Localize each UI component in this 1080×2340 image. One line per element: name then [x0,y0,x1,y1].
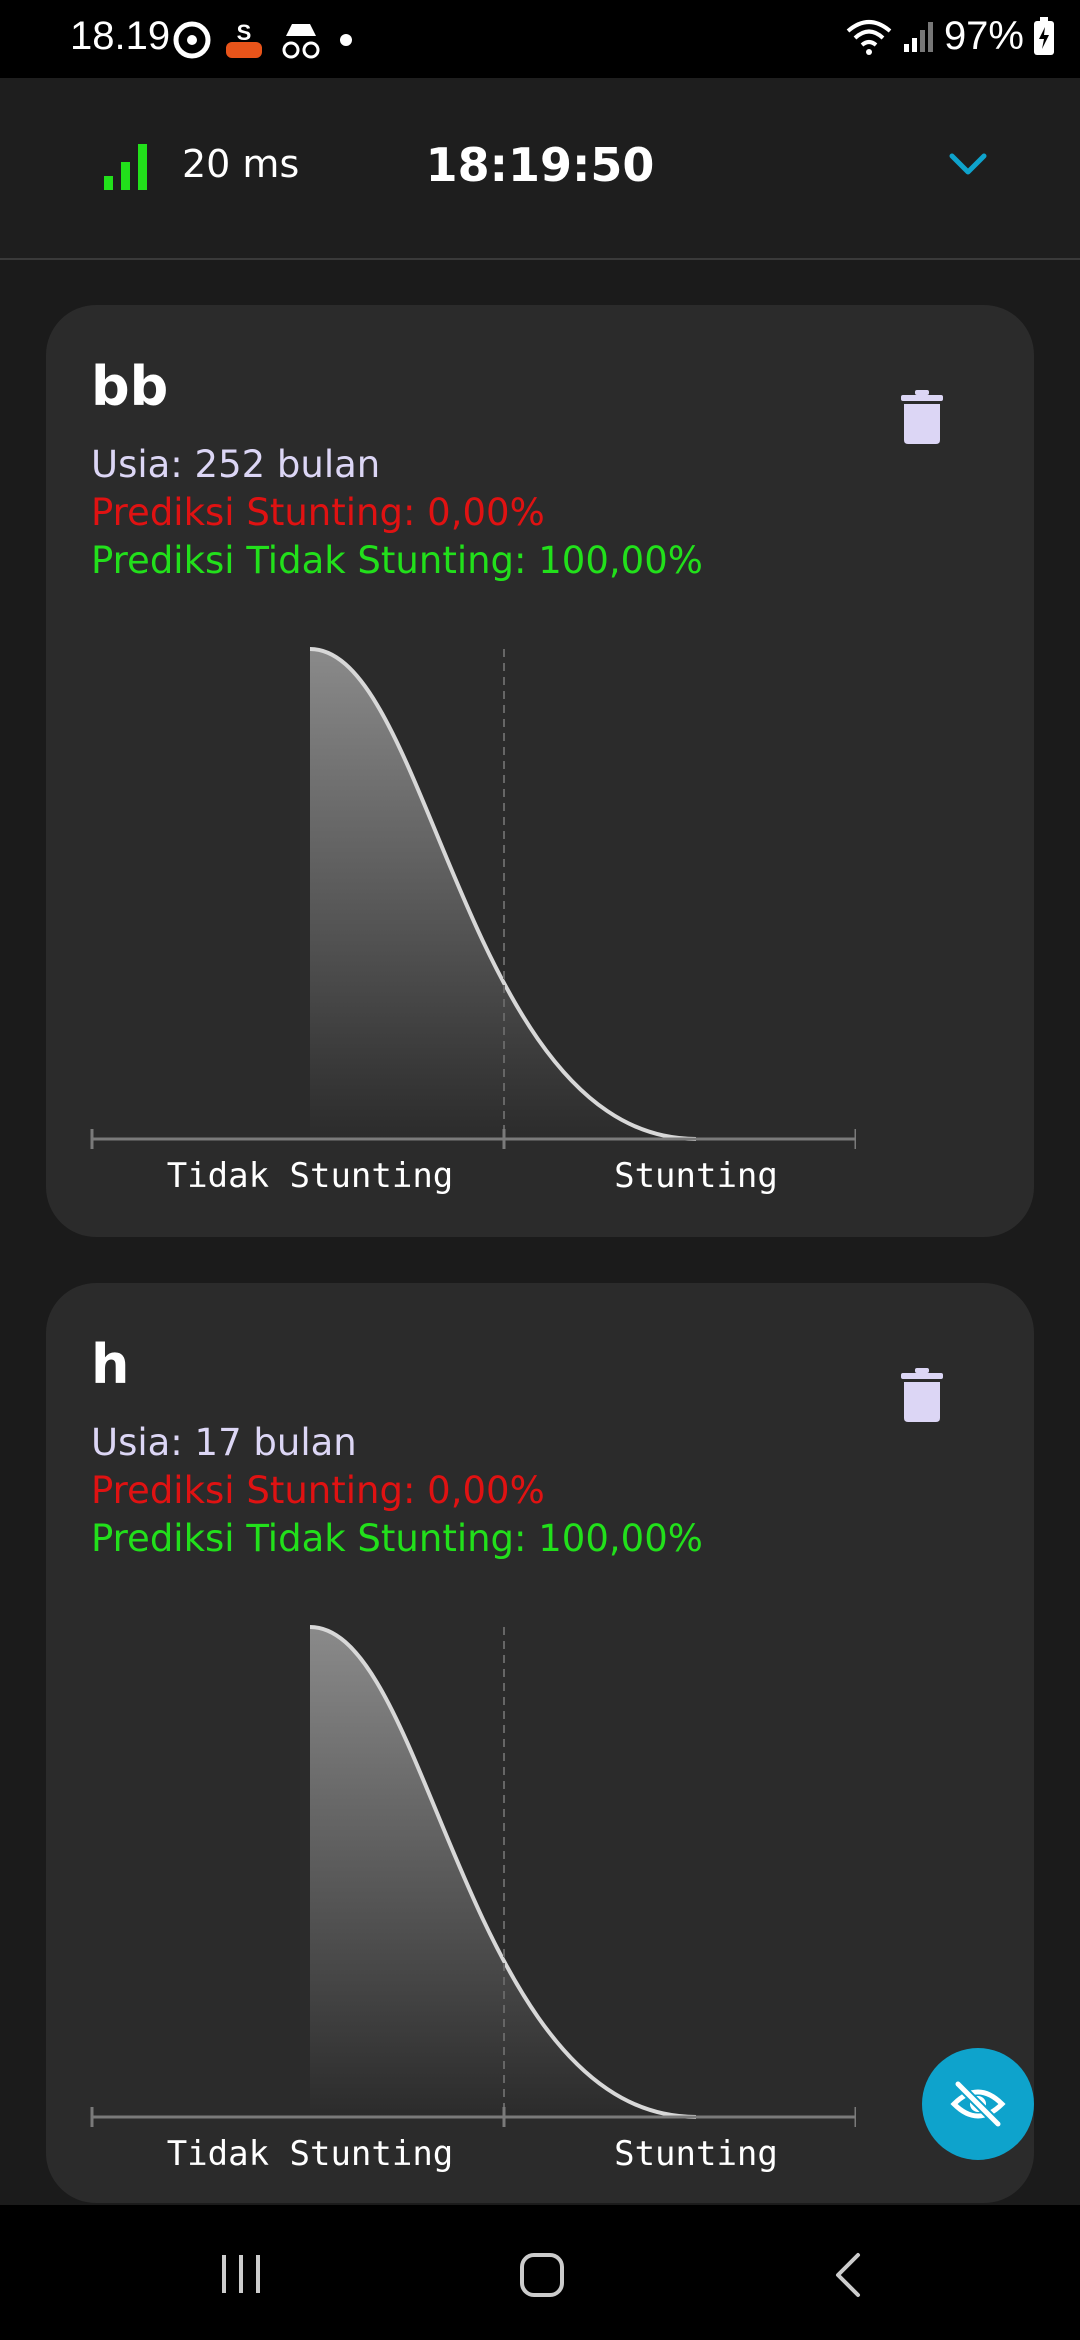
chart-category-label: Stunting [614,1156,778,1196]
result-card: bb Usia: 252 bulan Prediksi Stunting: 0,… [46,305,1034,1237]
svg-text:S: S [237,20,252,45]
location-icon [173,21,211,59]
prediction-stunting: Prediksi Stunting: 0,00% [91,1469,545,1512]
status-right: 97% [844,14,1056,59]
age-text: Usia: 252 bulan [91,443,381,486]
status-bar: 18.19 S 97% [0,0,1080,78]
chevron-down-icon[interactable] [948,150,988,180]
dot-icon [340,34,352,46]
eye-off-icon [950,2080,1006,2128]
home-icon[interactable] [518,2251,566,2299]
clock: 18:19:50 [425,138,655,192]
prediction-not-stunting: Prediksi Tidak Stunting: 100,00% [91,539,703,582]
prediction-chart: Tidak Stunting Stunting [90,647,856,1196]
navigation-bar [0,2205,1080,2340]
status-time: 18.19 [70,14,171,58]
wifi-icon [846,19,892,55]
trash-icon[interactable] [901,390,943,444]
age-text: Usia: 17 bulan [91,1421,357,1464]
chart-category-label: Stunting [614,2134,778,2174]
app-header: 20 ms 18:19:50 [0,78,1080,260]
child-name: bb [91,355,169,418]
battery-percent: 97% [943,14,1024,58]
chart-category-label: Tidak Stunting [167,1156,454,1196]
battery-icon [1034,16,1054,55]
incognito-icon [282,24,320,59]
toggle-visibility-button[interactable] [922,2048,1034,2160]
result-card: h Usia: 17 bulan Prediksi Stunting: 0,00… [46,1283,1034,2203]
cell-signal-icon [903,21,933,52]
prediction-not-stunting: Prediksi Tidak Stunting: 100,00% [91,1517,703,1560]
notification-icons: S [172,18,356,62]
app-badge-icon: S [226,20,262,58]
recent-apps-icon[interactable] [216,2251,266,2297]
prediction-stunting: Prediksi Stunting: 0,00% [91,491,545,534]
back-icon[interactable] [830,2251,866,2299]
prediction-chart: Tidak Stunting Stunting [90,1625,856,2174]
child-name: h [91,1333,130,1396]
trash-icon[interactable] [901,1368,943,1422]
chart-category-label: Tidak Stunting [167,2134,454,2174]
